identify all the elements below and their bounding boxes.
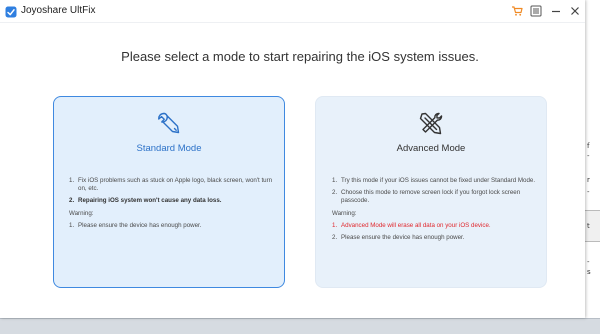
list-item: 1. Try this mode if your iOS issues cann… <box>332 177 537 185</box>
cart-icon[interactable] <box>510 4 524 18</box>
item-number: 1. <box>332 221 338 229</box>
close-icon[interactable] <box>568 4 582 18</box>
background-text: s <box>587 268 591 276</box>
background-text: f <box>587 142 590 150</box>
item-number: 1. <box>69 177 75 184</box>
item-text: Repairing iOS system won't cause any dat… <box>78 197 222 205</box>
standard-mode-title: Standard Mode <box>136 143 202 154</box>
advanced-mode-description: 1. Try this mode if your iOS issues cann… <box>332 177 537 246</box>
standard-mode-card[interactable]: Standard Mode 1. Fix iOS problems such a… <box>53 96 285 288</box>
tools-icon <box>417 110 445 138</box>
list-item: 2. Choose this mode to remove screen loc… <box>332 189 537 205</box>
app-window: Joyoshare UltFix Please select a mode to… <box>0 0 585 318</box>
page-headline: Please select a mode to start repairing … <box>121 49 479 64</box>
title-bar: Joyoshare UltFix <box>0 0 585 23</box>
list-item: 1. Please ensure the device has enough p… <box>69 222 274 230</box>
advanced-mode-title: Advanced Mode <box>396 143 466 154</box>
background-text: - <box>587 188 590 196</box>
background-text: - <box>587 152 590 160</box>
item-text: Advanced Mode will erase all data on you… <box>341 221 491 229</box>
item-number: 2. <box>332 189 338 197</box>
item-text: Choose this mode to remove screen lock i… <box>341 189 521 205</box>
item-text: Fix iOS problems such as stuck on Apple … <box>78 177 273 193</box>
advanced-mode-card[interactable]: Advanced Mode 1. Try this mode if your i… <box>315 96 547 288</box>
item-text: Please ensure the device has enough powe… <box>341 234 465 242</box>
list-item: 2. Repairing iOS system won't cause any … <box>69 197 274 205</box>
item-text: Please ensure the device has enough powe… <box>78 221 202 229</box>
list-item: 1. Advanced Mode will erase all data on … <box>332 222 537 230</box>
item-number: 2. <box>69 197 75 205</box>
item-number: 1. <box>69 221 75 229</box>
list-item: 2. Please ensure the device has enough p… <box>332 234 537 242</box>
window-title: Joyoshare UltFix <box>21 5 96 16</box>
background-text: r <box>587 176 590 184</box>
warning-label: Warning: <box>69 209 94 217</box>
item-text: Try this mode if your iOS issues cannot … <box>341 177 536 184</box>
background-text: t <box>587 222 590 230</box>
standard-mode-description: 1. Fix iOS problems such as stuck on App… <box>69 177 274 234</box>
warning-label: Warning: <box>332 209 357 217</box>
item-number: 1. <box>332 177 338 184</box>
menu-icon[interactable] <box>529 4 543 18</box>
list-item: 1. Fix iOS problems such as stuck on App… <box>69 177 274 193</box>
background-text: - <box>587 258 590 266</box>
minimize-icon[interactable] <box>549 4 563 18</box>
wrench-icon <box>155 110 183 138</box>
item-number: 2. <box>332 234 338 242</box>
app-logo-icon <box>5 5 17 18</box>
taskbar <box>0 318 600 334</box>
